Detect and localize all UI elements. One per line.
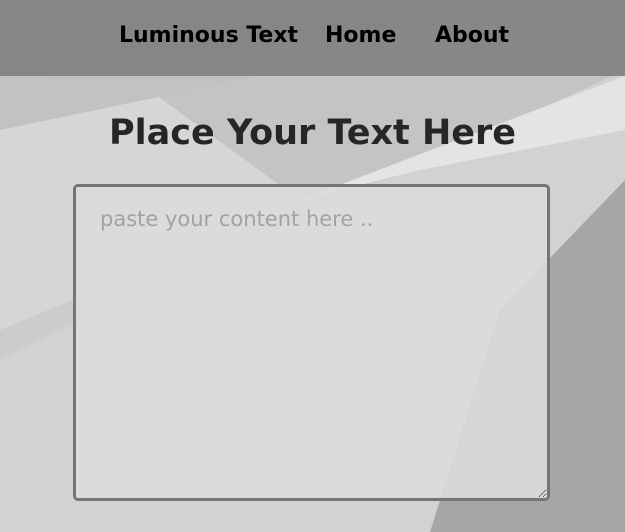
nav-home-link[interactable]: Home [325, 22, 396, 50]
page-title: Place Your Text Here [109, 113, 516, 153]
navbar: Luminous Text Home About [0, 0, 625, 76]
nav-about-link[interactable]: About [435, 22, 509, 50]
content-textarea[interactable] [73, 184, 550, 501]
brand-link[interactable]: Luminous Text [119, 22, 298, 50]
